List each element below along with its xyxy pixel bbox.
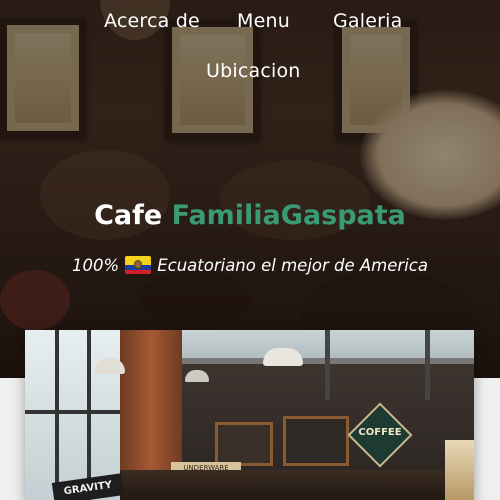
site-title-brand: FamiliaGaspata bbox=[171, 200, 406, 231]
pendant-lamp-icon bbox=[263, 348, 303, 366]
tagline: 100% Ecuatoriano el mejor de America bbox=[0, 256, 500, 275]
ecuador-flag-icon bbox=[125, 256, 152, 274]
tagline-text: Ecuatoriano el mejor de America bbox=[157, 256, 428, 275]
tagline-percent: 100% bbox=[72, 256, 120, 275]
coffee-sign: COFFEE bbox=[358, 427, 402, 438]
nav-link-menu[interactable]: Menu bbox=[237, 10, 290, 32]
site-title: Cafe FamiliaGaspata bbox=[0, 200, 500, 231]
nav-link-gallery[interactable]: Galeria bbox=[333, 10, 402, 32]
main-nav: Acerca de Menu Galeria Ubicacion bbox=[0, 0, 500, 100]
site-title-bold: Cafe bbox=[94, 200, 163, 231]
cafe-photo: COFFEE UNDERWARE GRAVITY bbox=[25, 330, 474, 500]
nav-link-about[interactable]: Acerca de bbox=[104, 10, 200, 32]
nav-link-location[interactable]: Ubicacion bbox=[206, 60, 301, 82]
